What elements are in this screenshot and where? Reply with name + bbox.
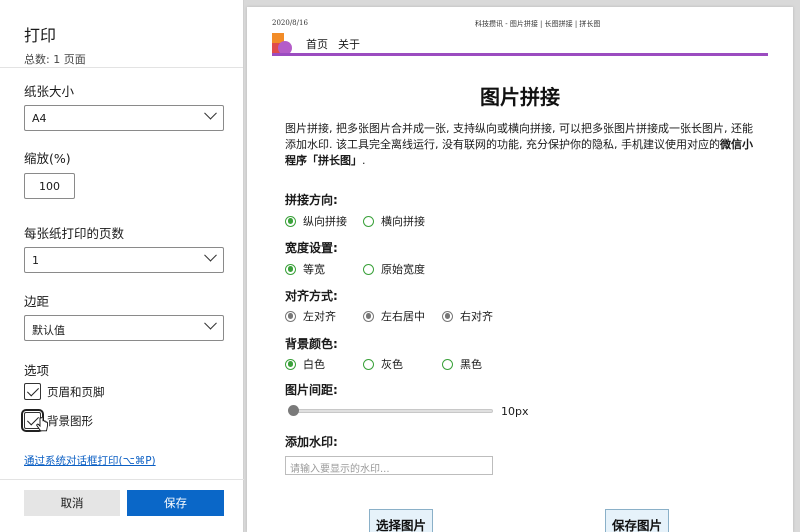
save-image-button[interactable]: 保存图片 — [605, 509, 670, 532]
radio-label: 左右居中 — [381, 310, 425, 323]
radio-label: 左对齐 — [303, 310, 336, 323]
radio-button[interactable] — [363, 263, 374, 275]
description-text: 图片拼接, 把多张图片合并成一张, 支持纵向或横向拼接, 可以把多张图片拼接成一… — [285, 122, 753, 151]
radio-label: 黑色 — [460, 358, 482, 371]
print-preview-page: 2020/8/16 科技攒讯 - 图片拼接 | 长图拼接 | 拼长图 首页 关于 … — [247, 7, 793, 532]
site-logo-icon — [272, 33, 292, 55]
system-dialog-link[interactable]: 通过系统对话框打印(⌥⌘P) — [24, 453, 156, 468]
watermark-label: 添加水印: — [285, 435, 338, 449]
align-label: 对齐方式: — [285, 289, 338, 303]
scale-label: 缩放(%) — [24, 151, 71, 166]
radio-button[interactable] — [363, 215, 374, 227]
page-title: 图片拼接 — [480, 85, 560, 109]
description-end: . — [362, 154, 366, 167]
hand-cursor-icon — [36, 417, 48, 432]
headers-footers-checkbox[interactable] — [24, 383, 41, 400]
radio-label: 白色 — [303, 358, 325, 371]
radio-label: 原始宽度 — [381, 263, 425, 276]
chevron-down-icon — [204, 106, 217, 120]
pages-per-sheet-value: 1 — [32, 254, 39, 267]
nav-about[interactable]: 关于 — [338, 38, 360, 51]
radio-button[interactable] — [285, 358, 296, 370]
radio-button[interactable] — [285, 310, 296, 322]
radio-label: 右对齐 — [460, 310, 493, 323]
margins-select[interactable]: 默认值 — [24, 315, 224, 341]
radio-button[interactable] — [442, 310, 453, 322]
radio-grey[interactable]: 灰色 — [363, 356, 403, 372]
print-title: 打印 — [24, 26, 57, 45]
page-date: 2020/8/16 — [272, 19, 308, 27]
options-label: 选项 — [24, 363, 50, 378]
page-header-title: 科技攒讯 - 图片拼接 | 长图拼接 | 拼长图 — [475, 20, 601, 28]
radio-vertical[interactable]: 纵向拼接 — [285, 213, 347, 229]
radio-horizontal[interactable]: 横向拼接 — [363, 213, 425, 229]
radio-label: 横向拼接 — [381, 215, 425, 228]
radio-white[interactable]: 白色 — [285, 356, 325, 372]
spacing-slider-thumb[interactable] — [288, 405, 299, 416]
radio-align-center[interactable]: 左右居中 — [363, 308, 425, 324]
margins-value: 默认值 — [32, 324, 65, 337]
radio-button[interactable] — [285, 263, 296, 275]
width-label: 宽度设置: — [285, 241, 338, 255]
background-graphics-label: 背景图形 — [47, 413, 93, 428]
radio-button[interactable] — [363, 310, 374, 322]
background-graphics-option[interactable]: 背景图形 — [21, 409, 93, 432]
select-images-button[interactable]: 选择图片 — [369, 509, 434, 532]
radio-button[interactable] — [363, 358, 374, 370]
spacing-value: 10px — [501, 405, 529, 418]
page-count: 总数: 1 页面 — [24, 53, 86, 66]
page-description: 图片拼接, 把多张图片合并成一张, 支持纵向或横向拼接, 可以把多张图片拼接成一… — [285, 121, 760, 169]
bg-color-label: 背景颜色: — [285, 337, 338, 351]
print-panel: 打印 总数: 1 页面 纸张大小 A4 缩放(%) 100 每张纸打印的页数 1… — [0, 0, 244, 532]
headers-footers-option[interactable]: 页眉和页脚 — [24, 383, 105, 400]
radio-button[interactable] — [285, 215, 296, 227]
radio-equal-width[interactable]: 等宽 — [285, 261, 325, 277]
margins-label: 边距 — [24, 294, 50, 309]
save-button[interactable]: 保存 — [127, 490, 224, 516]
radio-black[interactable]: 黑色 — [442, 356, 482, 372]
direction-label: 拼接方向: — [285, 193, 338, 207]
print-panel-header: 打印 总数: 1 页面 — [0, 0, 243, 68]
radio-label: 灰色 — [381, 358, 403, 371]
watermark-input[interactable]: 请输入要显示的水印... — [285, 456, 493, 475]
pages-per-sheet-select[interactable]: 1 — [24, 247, 224, 273]
nav-home[interactable]: 首页 — [306, 38, 328, 51]
paper-size-label: 纸张大小 — [24, 84, 75, 99]
spacing-slider-track[interactable] — [291, 409, 493, 413]
pages-per-sheet-label: 每张纸打印的页数 — [24, 226, 125, 241]
headers-footers-label: 页眉和页脚 — [47, 384, 105, 399]
radio-button[interactable] — [442, 358, 453, 370]
radio-original-width[interactable]: 原始宽度 — [363, 261, 425, 277]
radio-align-left[interactable]: 左对齐 — [285, 308, 336, 324]
nav-divider — [272, 53, 768, 56]
chevron-down-icon — [204, 248, 217, 262]
chevron-down-icon — [204, 316, 217, 330]
paper-size-select[interactable]: A4 — [24, 105, 224, 131]
site-nav: 首页 关于 — [306, 36, 370, 52]
radio-label: 等宽 — [303, 263, 325, 276]
scale-input[interactable]: 100 — [24, 173, 75, 199]
paper-size-value: A4 — [32, 112, 47, 125]
spacing-label: 图片间距: — [285, 383, 338, 397]
print-panel-footer: 取消 保存 — [0, 479, 244, 532]
radio-label: 纵向拼接 — [303, 215, 347, 228]
radio-align-right[interactable]: 右对齐 — [442, 308, 493, 324]
cancel-button[interactable]: 取消 — [24, 490, 120, 516]
